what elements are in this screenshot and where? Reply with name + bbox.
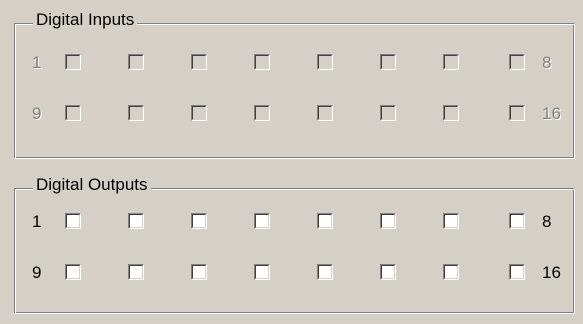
output-checkbox-2[interactable] (128, 213, 144, 229)
digital-outputs-title: Digital Outputs (33, 174, 151, 196)
input-checkbox-4[interactable] (254, 54, 270, 70)
digital-inputs-title: Digital Inputs (33, 9, 138, 31)
digital-inputs-row-1: 1 8 (15, 52, 574, 74)
output-checkbox-14[interactable] (380, 264, 396, 280)
output-checkbox-3[interactable] (191, 213, 207, 229)
output-checkbox-13[interactable] (317, 264, 333, 280)
digital-inputs-row-2: 9 16 (15, 103, 574, 125)
digital-inputs-group: Digital Inputs 1 8 9 16 (14, 9, 575, 159)
row-end-label: 16 (542, 263, 561, 282)
output-checkbox-11[interactable] (191, 264, 207, 280)
digital-outputs-group: Digital Outputs 1 8 9 16 (14, 174, 575, 314)
input-checkbox-6[interactable] (380, 54, 396, 70)
digital-outputs-row-2: 9 16 (15, 262, 574, 284)
output-checkbox-9[interactable] (65, 264, 81, 280)
input-checkbox-3[interactable] (191, 54, 207, 70)
input-checkbox-2[interactable] (128, 54, 144, 70)
output-checkbox-8[interactable] (509, 213, 525, 229)
input-checkbox-9[interactable] (65, 105, 81, 121)
input-checkbox-12[interactable] (254, 105, 270, 121)
digital-outputs-row-1: 1 8 (15, 211, 574, 233)
output-checkbox-6[interactable] (380, 213, 396, 229)
input-checkbox-15[interactable] (443, 105, 459, 121)
output-checkbox-7[interactable] (443, 213, 459, 229)
output-checkbox-16[interactable] (509, 264, 525, 280)
output-checkbox-5[interactable] (317, 213, 333, 229)
input-checkbox-1[interactable] (65, 54, 81, 70)
output-checkbox-15[interactable] (443, 264, 459, 280)
input-checkbox-8[interactable] (509, 54, 525, 70)
io-panel: Digital Inputs 1 8 9 16 Digital Outputs … (0, 0, 583, 324)
row-start-label: 1 (32, 53, 42, 72)
output-checkbox-4[interactable] (254, 213, 270, 229)
output-checkbox-12[interactable] (254, 264, 270, 280)
row-start-label: 9 (32, 263, 42, 282)
row-start-label: 9 (32, 104, 42, 123)
input-checkbox-13[interactable] (317, 105, 333, 121)
input-checkbox-16[interactable] (509, 105, 525, 121)
row-end-label: 8 (542, 212, 552, 231)
row-end-label: 16 (542, 104, 561, 123)
input-checkbox-7[interactable] (443, 54, 459, 70)
row-end-label: 8 (542, 53, 552, 72)
row-start-label: 1 (32, 212, 42, 231)
input-checkbox-5[interactable] (317, 54, 333, 70)
output-checkbox-1[interactable] (65, 213, 81, 229)
input-checkbox-14[interactable] (380, 105, 396, 121)
input-checkbox-11[interactable] (191, 105, 207, 121)
output-checkbox-10[interactable] (128, 264, 144, 280)
input-checkbox-10[interactable] (128, 105, 144, 121)
